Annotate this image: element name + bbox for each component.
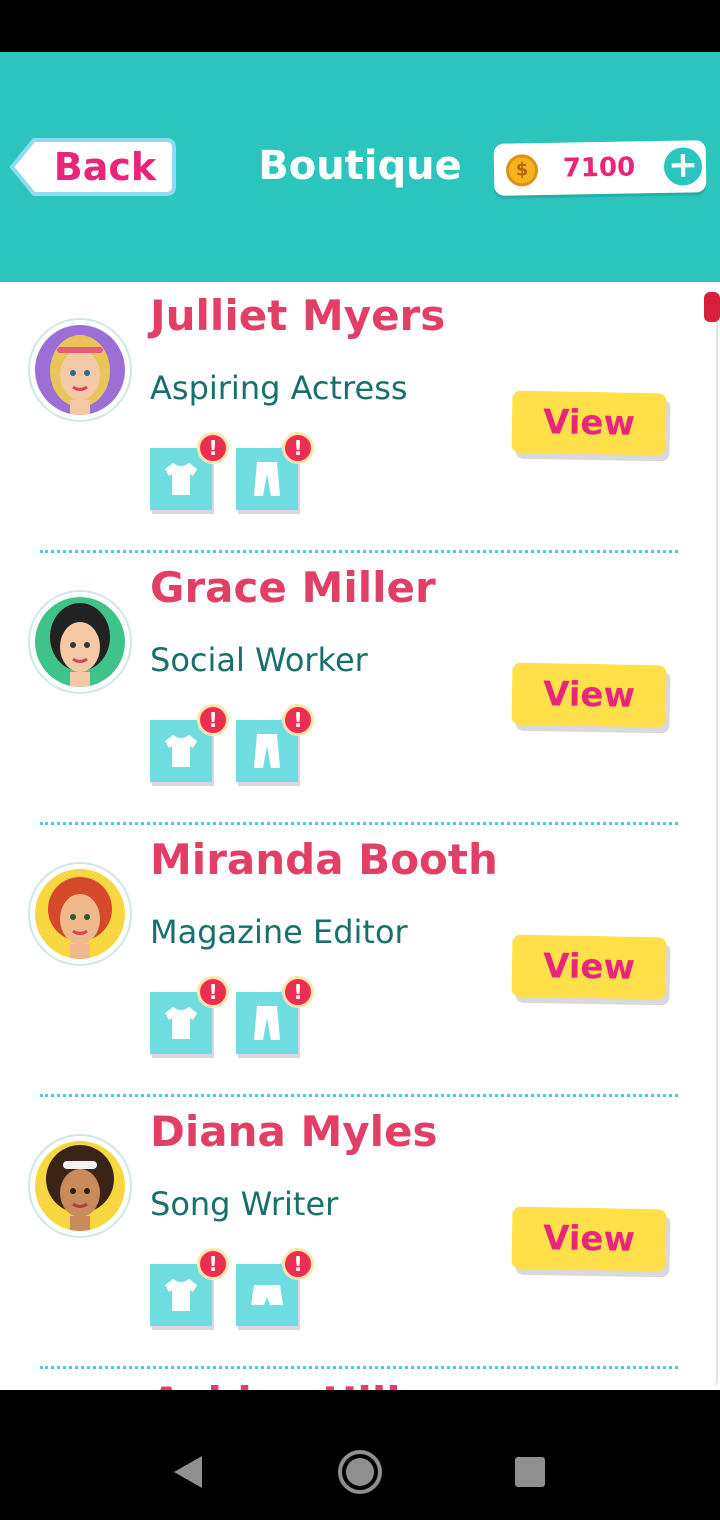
page-title: Boutique — [258, 143, 462, 189]
avatar — [30, 1136, 130, 1236]
alert-badge: ! — [282, 976, 314, 1008]
avatar-face-icon — [35, 1141, 125, 1231]
divider — [40, 1366, 678, 1369]
avatar — [30, 592, 130, 692]
divider — [40, 550, 678, 553]
divider — [40, 822, 678, 825]
avatar-face-icon — [35, 325, 125, 415]
scrollbar-track[interactable] — [706, 292, 718, 1386]
coin-balance: $ 7100 + — [493, 140, 707, 196]
divider — [40, 1094, 678, 1097]
pants-icon — [254, 734, 280, 768]
client-role: Aspiring Actress — [150, 369, 408, 407]
nav-back-icon[interactable] — [174, 1456, 202, 1488]
list-item: Grace Miller Social Worker ! ! View — [0, 554, 700, 826]
view-button[interactable]: View — [511, 390, 667, 456]
alert-badge: ! — [197, 976, 229, 1008]
client-list[interactable]: Julliet Myers Aspiring Actress ! ! View … — [0, 282, 720, 1390]
nav-recent-apps-icon[interactable] — [515, 1457, 545, 1487]
list-item: Miranda Booth Magazine Editor ! ! View — [0, 826, 700, 1098]
alert-badge: ! — [197, 704, 229, 736]
shirt-icon — [165, 463, 197, 495]
add-coins-button[interactable]: + — [659, 143, 707, 190]
client-role: Song Writer — [150, 1185, 339, 1223]
alert-badge: ! — [197, 432, 229, 464]
alert-badge: ! — [282, 432, 314, 464]
nav-home-inner — [346, 1458, 374, 1486]
client-role: Social Worker — [150, 641, 368, 679]
list-item: Julliet Myers Aspiring Actress ! ! View — [0, 282, 700, 554]
client-name: Miranda Booth — [150, 835, 498, 884]
view-button[interactable]: View — [511, 662, 667, 728]
coin-icon: $ — [505, 154, 539, 187]
pants-icon — [254, 1006, 280, 1040]
client-name: Grace Miller — [150, 563, 436, 612]
avatar — [30, 864, 130, 964]
back-label[interactable]: Back — [40, 142, 170, 192]
header: Back Boutique $ 7100 + — [0, 52, 720, 282]
avatar — [30, 320, 130, 420]
client-name: Julliet Myers — [150, 291, 446, 340]
scrollbar-thumb[interactable] — [704, 292, 720, 322]
avatar-face-icon — [35, 597, 125, 687]
shirt-icon — [165, 735, 197, 767]
coin-count: 7100 — [562, 152, 636, 184]
alert-badge: ! — [197, 1248, 229, 1280]
client-name-partial: Ashley Hill — [150, 1378, 401, 1390]
list-item: Diana Myles Song Writer ! ! View — [0, 1098, 700, 1370]
client-name: Diana Myles — [150, 1107, 438, 1156]
view-button[interactable]: View — [511, 1206, 667, 1272]
shirt-icon — [165, 1007, 197, 1039]
alert-badge: ! — [282, 704, 314, 736]
status-bar — [0, 0, 720, 52]
client-role: Magazine Editor — [150, 913, 408, 951]
view-button[interactable]: View — [511, 934, 667, 1000]
shorts-icon — [251, 1285, 283, 1305]
alert-badge: ! — [282, 1248, 314, 1280]
pants-icon — [254, 462, 280, 496]
avatar-face-icon — [35, 869, 125, 959]
shirt-icon — [165, 1279, 197, 1311]
